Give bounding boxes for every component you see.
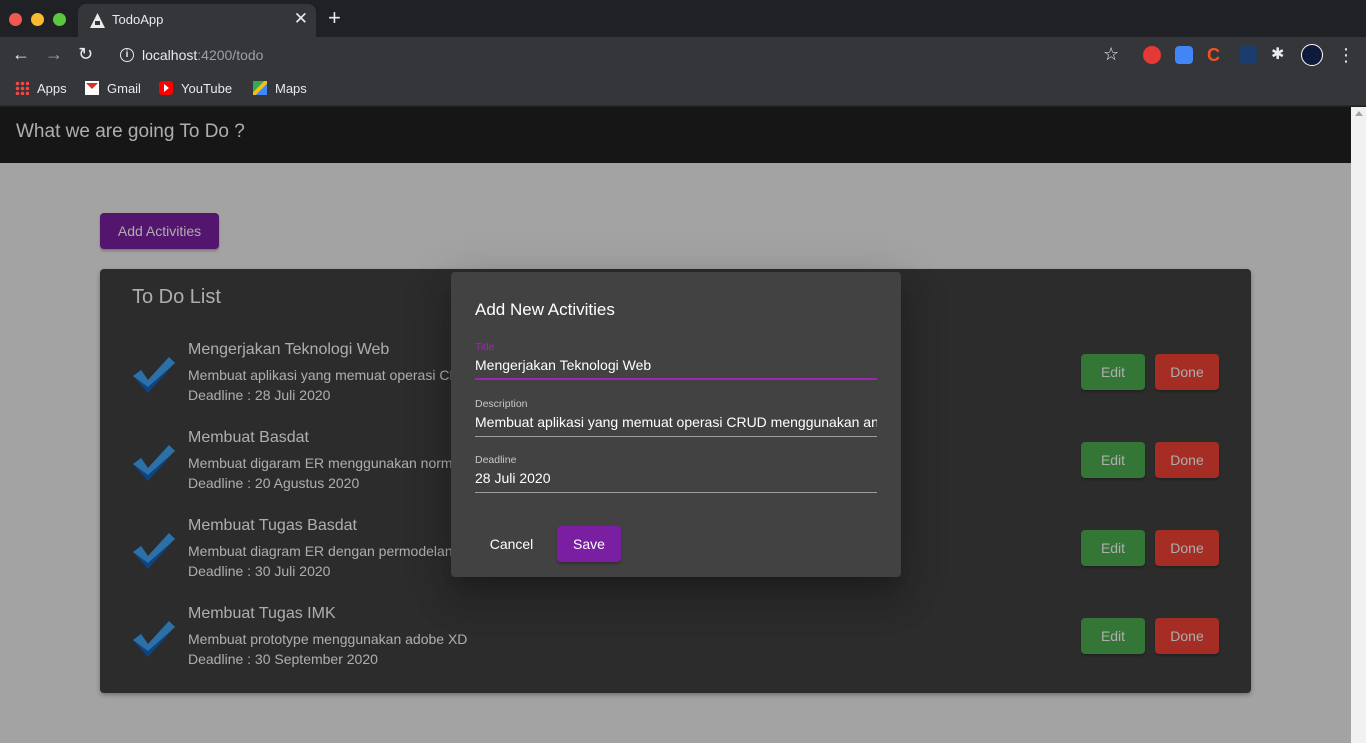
maximize-window-button[interactable] — [53, 13, 66, 26]
title-field-label: Title — [475, 341, 495, 353]
deadline-field-label: Deadline — [475, 454, 517, 466]
url-text[interactable]: localhost:4200/todo — [142, 47, 263, 63]
address-bar[interactable]: i localhost:4200/todo — [108, 40, 1128, 70]
info-icon[interactable]: i — [120, 48, 134, 62]
bookmark-gmail[interactable]: Gmail — [85, 81, 141, 97]
bookmark-maps[interactable]: Maps — [253, 81, 307, 97]
close-window-button[interactable] — [9, 13, 22, 26]
page-scrollbar[interactable] — [1351, 107, 1366, 743]
page-content: What we are going To Do ? Add Activities… — [0, 107, 1351, 743]
browser-toolbar: ← → ↻ i localhost:4200/todo ☆ C ✱ — [0, 37, 1366, 73]
back-arrow-icon[interactable]: ← — [12, 44, 30, 64]
bookmark-youtube[interactable]: YouTube — [159, 81, 232, 97]
apps-grid-icon — [15, 81, 29, 95]
tab-title: TodoApp — [112, 12, 164, 27]
extension-icon[interactable] — [1239, 46, 1257, 64]
gmail-icon — [85, 81, 99, 95]
bookmark-apps[interactable]: Apps — [15, 81, 67, 97]
new-tab-button[interactable]: + — [328, 7, 341, 29]
save-button[interactable]: Save — [557, 526, 621, 562]
dialog-title: Add New Activities — [475, 300, 615, 319]
title-underline — [475, 378, 877, 380]
browser-tab[interactable]: TodoApp ✕ — [78, 4, 316, 37]
reload-icon[interactable]: ↻ — [78, 44, 93, 64]
translate-extension-icon[interactable] — [1175, 46, 1193, 64]
bookmarks-bar: Apps Gmail YouTube Maps — [0, 73, 1366, 106]
minimize-window-button[interactable] — [31, 13, 44, 26]
deadline-input[interactable] — [475, 468, 877, 488]
title-input[interactable] — [475, 355, 877, 375]
scroll-up-icon[interactable] — [1355, 111, 1363, 116]
angular-icon — [90, 13, 105, 28]
cancel-button[interactable]: Cancel — [475, 526, 548, 562]
add-activity-dialog: Add New Activities Title Description Dea… — [451, 272, 901, 577]
kebab-menu-icon[interactable]: ⋮ — [1337, 46, 1355, 64]
forward-arrow-icon[interactable]: → — [45, 44, 63, 64]
description-field-label: Description — [475, 398, 528, 410]
maps-icon — [253, 81, 267, 95]
deadline-underline — [475, 492, 877, 493]
browser-tab-bar: TodoApp ✕ + — [0, 0, 1366, 37]
puzzle-extensions-icon[interactable]: ✱ — [1271, 46, 1289, 64]
youtube-icon — [159, 81, 173, 95]
adblock-extension-icon[interactable] — [1143, 46, 1161, 64]
profile-avatar[interactable] — [1301, 44, 1323, 66]
description-input[interactable] — [475, 412, 877, 432]
description-underline — [475, 436, 877, 437]
close-tab-icon[interactable]: ✕ — [294, 10, 308, 27]
c-extension-icon[interactable]: C — [1207, 46, 1225, 64]
bookmark-star-icon[interactable]: ☆ — [1103, 44, 1119, 64]
